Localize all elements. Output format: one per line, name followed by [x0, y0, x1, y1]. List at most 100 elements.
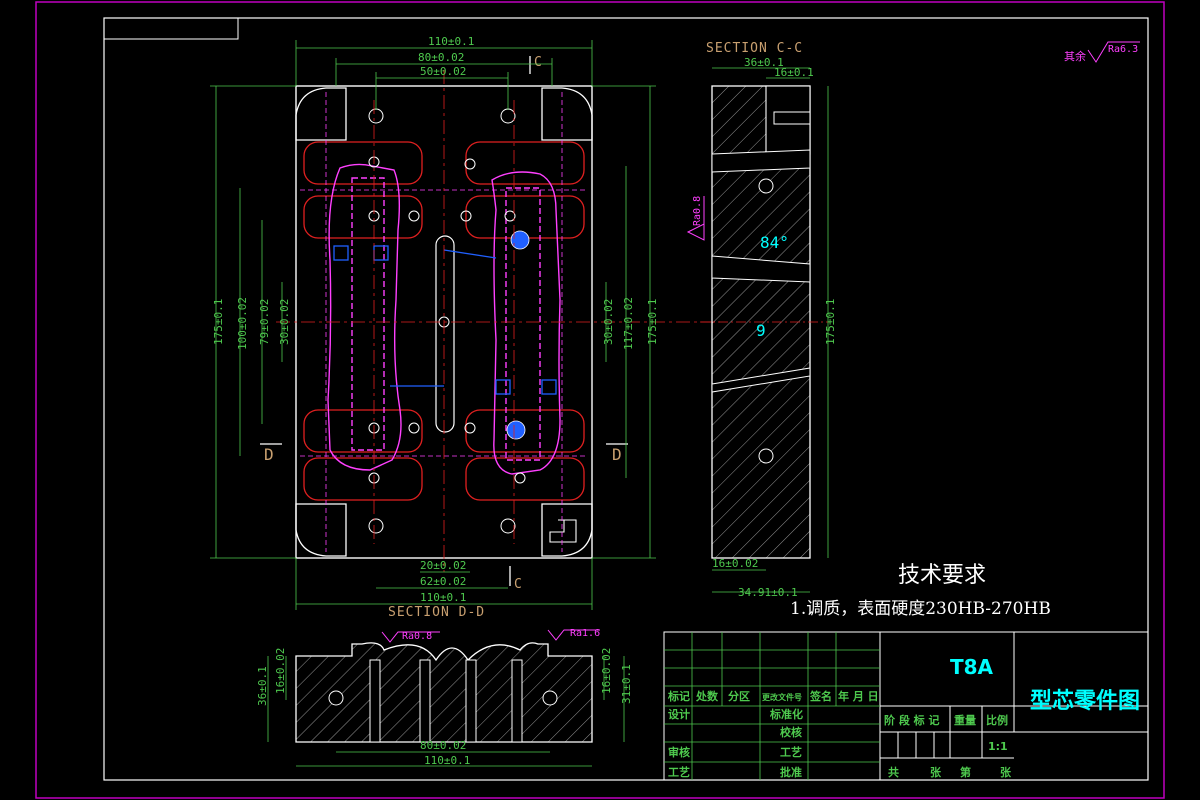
- section-dd-hole-left: [328, 690, 344, 706]
- cavity-right: [491, 171, 561, 475]
- dim-right-30: 30±0.02: [602, 299, 615, 345]
- dim-cc-bottom-16: 16±0.02: [712, 557, 758, 570]
- tb-standard: 标准化: [769, 707, 803, 721]
- corner-block-br: [541, 503, 593, 557]
- title-material: T8A: [950, 655, 994, 679]
- section-cc-title: SECTION C-C: [706, 41, 803, 56]
- runner-pad-5: [465, 141, 585, 185]
- roughness-default: Ra6.3: [1108, 44, 1138, 55]
- dim-dd-16-right: 16±0.02: [600, 648, 613, 694]
- hole: [368, 108, 384, 124]
- dim-bottom-110: 110±0.1: [420, 591, 466, 604]
- runner-pad-3: [303, 409, 423, 453]
- section-marker-c-bottom: C: [514, 577, 523, 592]
- tb-approve: 批准: [780, 765, 802, 779]
- section-dd-slot-2: [419, 659, 431, 743]
- section-dd-slot-3: [465, 659, 477, 743]
- hole: [408, 422, 420, 434]
- tb-doc: 更改文件号: [762, 692, 802, 702]
- dim-right-117: 117±0.02: [622, 297, 635, 350]
- section-dd-view: [295, 642, 593, 743]
- dim-dd-16-left: 16±0.02: [274, 648, 287, 694]
- section-marker-c-top: C: [534, 55, 543, 70]
- dim-cc-9: 9: [756, 321, 766, 340]
- tb-weight: 重量: [954, 713, 976, 727]
- roughness-16-dd: Ra1.6: [570, 628, 600, 639]
- section-marker-d-right: D: [612, 445, 623, 464]
- tb-zone: 分区: [728, 689, 750, 703]
- dim-right-175: 175±0.1: [646, 299, 659, 345]
- corner-label-box: [103, 17, 239, 40]
- blue-pad-3: [495, 379, 511, 395]
- cavity-left: [327, 163, 402, 471]
- tb-proc: 工艺: [668, 765, 690, 779]
- dim-bottom-20: 20±0.02: [420, 559, 466, 572]
- ejector-arm-top: [443, 249, 497, 259]
- sprue-mark-2: [506, 420, 526, 440]
- dim-left-30: 30±0.02: [278, 299, 291, 345]
- title-drawing-name: 型芯零件图: [1030, 689, 1140, 714]
- hole: [368, 518, 384, 534]
- dim-top-110: 110±0.1: [428, 35, 474, 48]
- dim-dd-110: 110±0.1: [424, 754, 470, 767]
- tb-sheet: 张: [1000, 765, 1012, 779]
- section-cc-slot: [773, 111, 811, 125]
- tb-design: 设计: [668, 707, 690, 721]
- corner-block-tl: [295, 87, 347, 141]
- corner-block-tr: [541, 87, 593, 141]
- corner-block-bl: [295, 503, 347, 557]
- dim-cc-bottom-34: 34.91±0.1: [738, 586, 798, 599]
- tb-date: 年 月 日: [838, 689, 879, 703]
- tb-total: 共: [888, 765, 899, 779]
- tech-item-1: 1.调质，表面硬度230HB-270HB: [790, 599, 1051, 619]
- section-dd-slot-4: [511, 659, 523, 743]
- dim-dd-31: 31±0.1: [620, 664, 633, 704]
- dim-top-80: 80±0.02: [418, 51, 464, 64]
- roughness-08-side: Ra0.8: [692, 196, 703, 226]
- corner-key-br: [549, 519, 577, 543]
- roughness-08-dd: Ra0.8: [402, 631, 432, 642]
- tb-stage: 阶 段 标 记: [884, 713, 940, 727]
- dim-left-175: 175±0.1: [212, 299, 225, 345]
- dim-top-50: 50±0.02: [420, 65, 466, 78]
- roughness-note: 其余: [1064, 49, 1086, 63]
- tb-check: 校核: [780, 725, 802, 739]
- dim-bottom-62: 62±0.02: [420, 575, 466, 588]
- tb-mark: 标记: [667, 689, 690, 703]
- section-cc-hole-1: [758, 178, 774, 194]
- tb-scale-value: 1:1: [988, 740, 1008, 753]
- blue-pad-2: [373, 245, 389, 261]
- section-dd-hole-right: [542, 690, 558, 706]
- blue-pad-1: [333, 245, 349, 261]
- dim-dd-80: 80±0.02: [420, 739, 466, 752]
- section-cc-groove-1: [711, 149, 811, 173]
- tb-sign: 签名: [809, 689, 832, 703]
- cavity-right-inner: [505, 187, 541, 461]
- section-cc-hole-2: [758, 448, 774, 464]
- tb-review: 审核: [668, 745, 690, 759]
- dim-left-79: 79±0.02: [258, 299, 271, 345]
- runner-pad-2: [303, 195, 423, 239]
- center-slot: [435, 235, 455, 433]
- runner-pad-4: [303, 457, 423, 501]
- drawing-canvas: C C D D 110±0.1 80±0.02 50±0.02 20±0.02 …: [35, 1, 1165, 799]
- dim-cc-16: 16±0.1: [774, 66, 814, 79]
- dim-cc-175: 175±0.1: [824, 299, 837, 345]
- hole: [514, 472, 526, 484]
- runner-pad-6: [465, 195, 585, 239]
- section-marker-d-left: D: [264, 445, 275, 464]
- tb-sheets: 张: [930, 765, 942, 779]
- section-dd-title: SECTION D-D: [388, 605, 485, 620]
- tb-scale: 比例: [986, 713, 1008, 727]
- tb-craft: 工艺: [780, 745, 802, 759]
- tech-title: 技术要求: [898, 563, 986, 588]
- hole: [500, 518, 516, 534]
- cavity-left-inner: [351, 177, 385, 451]
- hole: [500, 108, 516, 124]
- dim-cc-angle: 84°: [760, 233, 789, 252]
- dim-left-100: 100±0.02: [236, 297, 249, 350]
- section-dd-slot-1: [369, 659, 381, 743]
- tb-count: 处数: [695, 689, 719, 703]
- dim-dd-36: 36±0.1: [256, 666, 269, 706]
- blue-pad-4: [541, 379, 557, 395]
